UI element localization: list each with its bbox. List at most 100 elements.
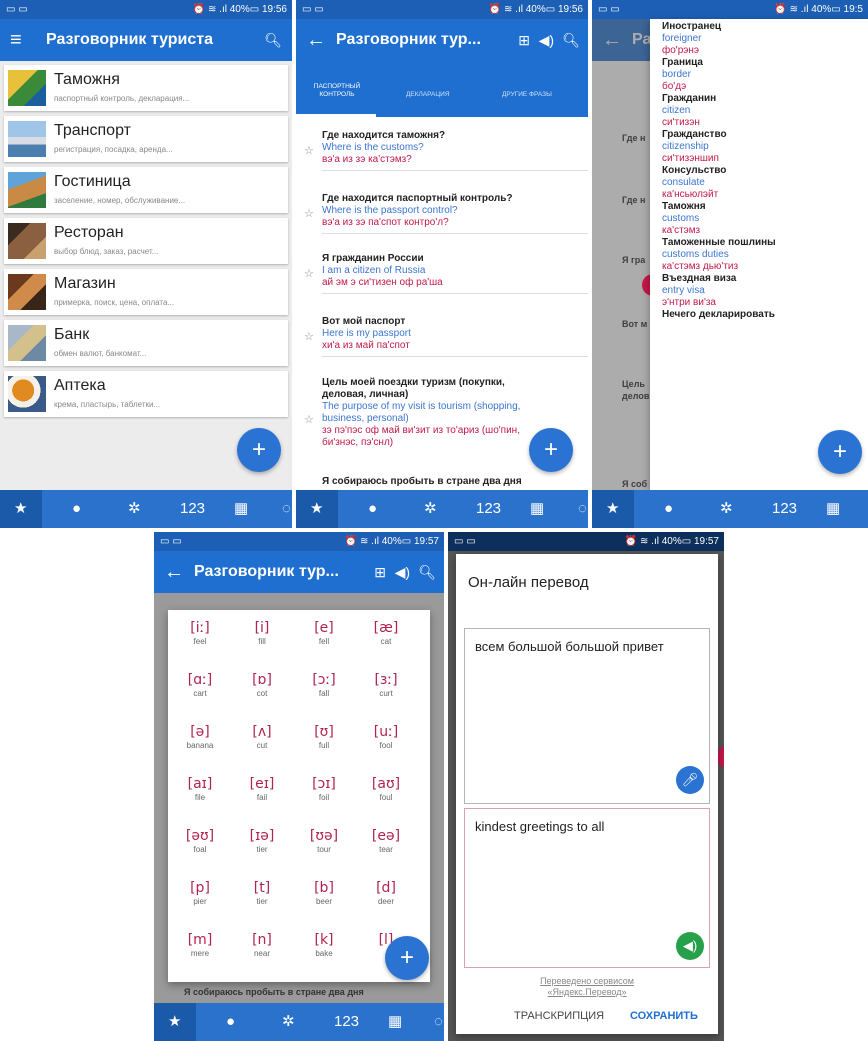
category-item-hotel[interactable]: Гостиница заселение, номер, обслуживание…	[4, 167, 288, 213]
nav-numbers-icon[interactable]: 123	[180, 490, 205, 528]
volume-icon[interactable]: ◀)	[395, 551, 410, 593]
category-item-customs[interactable]: Таможня паспортный контроль, декларация.…	[4, 65, 288, 111]
add-fab-button[interactable]: +	[818, 430, 862, 474]
result-text-field[interactable]: kindest greetings to all	[464, 808, 710, 968]
save-button[interactable]: СОХРАНИТЬ	[630, 1010, 698, 1022]
phoneme-cell[interactable]: [iː] feel	[180, 620, 220, 648]
nav-star-icon[interactable]: ★	[310, 490, 323, 528]
phrase-item[interactable]: ☆ Вот мой паспорт Here is my passport хи…	[296, 316, 588, 357]
add-fab-button[interactable]: +	[529, 428, 573, 472]
bottom-nav: ★ ● ✲ 123 ▦ ◌	[296, 490, 588, 528]
nav-chat-icon[interactable]: ●	[226, 1003, 235, 1041]
star-icon[interactable]: ☆	[304, 144, 314, 157]
nav-wheel-icon[interactable]: ✲	[128, 490, 141, 528]
phoneme-cell[interactable]: [ɔɪ] foil	[304, 776, 344, 804]
add-fab-button[interactable]: +	[237, 428, 281, 472]
nav-chat-icon[interactable]: ●	[368, 490, 377, 528]
phoneme-cell[interactable]: [ʊ] full	[304, 724, 344, 752]
phoneme-cell[interactable]: [k] bake	[304, 932, 344, 960]
nav-calendar-icon[interactable]: ▦	[826, 490, 840, 528]
nav-star-icon[interactable]: ★	[14, 490, 27, 528]
yandex-credit-link[interactable]: Переведено сервисом «Яндекс.Перевод»	[456, 976, 718, 998]
phoneme-example-word: fill	[258, 637, 266, 646]
phoneme-cell[interactable]: [aɪ] file	[180, 776, 220, 804]
phoneme-cell[interactable]: [b] beer	[304, 880, 344, 908]
phoneme-cell[interactable]: [n] near	[242, 932, 282, 960]
star-icon[interactable]: ☆	[304, 207, 314, 220]
phoneme-cell[interactable]: [d] deer	[366, 880, 406, 908]
nav-star-icon[interactable]: ★	[168, 1003, 181, 1041]
category-item-restaurant[interactable]: Ресторан выбор блюд, заказ, расчет...	[4, 218, 288, 264]
phoneme-cell[interactable]: [t] tier	[242, 880, 282, 908]
phoneme-cell[interactable]: [ɜː] curt	[366, 672, 406, 700]
tab-declaration[interactable]: ДЕКЛАРАЦИЯ	[406, 91, 450, 99]
search-icon[interactable]: 🔍︎	[418, 551, 436, 593]
nav-numbers-icon[interactable]: 123	[476, 490, 501, 528]
phoneme-cell[interactable]: [i] fill	[242, 620, 282, 648]
phoneme-cell[interactable]: [e] fell	[304, 620, 344, 648]
phoneme-cell[interactable]: [ɑː] cart	[180, 672, 220, 700]
bottom-nav: ★ ● ✲ 123 ▦ ◌	[0, 490, 292, 528]
nav-wheel-icon[interactable]: ✲	[424, 490, 437, 528]
phoneme-cell[interactable]: [ɒ] cot	[242, 672, 282, 700]
nav-chat-icon[interactable]: ●	[664, 490, 673, 528]
tab-other-phrases[interactable]: ДРУГИЕ ФРАЗЫ	[502, 91, 552, 99]
star-icon[interactable]: ☆	[304, 330, 314, 343]
nav-calendar-icon[interactable]: ▦	[530, 490, 544, 528]
speaker-button[interactable]: ◀)	[676, 932, 704, 960]
tab-passport-control[interactable]: ПАСПОРТНЫЙ КОНТРОЛЬ	[302, 83, 372, 99]
phoneme-symbol: [i]	[254, 620, 270, 636]
phoneme-cell[interactable]: [m] mere	[180, 932, 220, 960]
category-item-bank[interactable]: Банк обмен валют, банкомат...	[4, 320, 288, 366]
nav-chat-icon[interactable]: ●	[72, 490, 81, 528]
phoneme-cell[interactable]: [ɪə] tier	[242, 828, 282, 856]
translate-icon[interactable]: ⊞	[518, 19, 530, 61]
transcription-button[interactable]: ТРАНСКРИПЦИЯ	[514, 1010, 604, 1022]
nav-clock-icon[interactable]: ◌	[578, 490, 587, 528]
status-right-icons: ⏰ ≋ .ıl 40%▭	[192, 4, 262, 15]
phoneme-cell[interactable]: [aʊ] foul	[366, 776, 406, 804]
category-item-transport[interactable]: Транспорт регистрация, посадка, аренда..…	[4, 116, 288, 162]
phoneme-cell[interactable]: [eə] tear	[366, 828, 406, 856]
phoneme-cell[interactable]: [ɔː] fall	[304, 672, 344, 700]
status-bar: ▭ ▭ ⏰ ≋ .ıl 40%▭ 19:56	[0, 0, 292, 19]
nav-star-icon[interactable]: ★	[606, 490, 619, 528]
phoneme-cell[interactable]: [ʊə] tour	[304, 828, 344, 856]
back-arrow-icon[interactable]: ←	[306, 19, 326, 61]
nav-numbers-icon[interactable]: 123	[772, 490, 797, 528]
nav-clock-icon[interactable]: ◌	[282, 490, 291, 528]
nav-clock-icon[interactable]: ◌	[434, 1003, 443, 1041]
source-text-field[interactable]: всем большой большой привет	[464, 628, 710, 804]
phoneme-cell[interactable]: [əʊ] foal	[180, 828, 220, 856]
translate-icon[interactable]: ⊞	[374, 551, 386, 593]
phoneme-example-word: foal	[193, 845, 207, 854]
menu-icon[interactable]: ≡	[10, 19, 22, 61]
phrase-item[interactable]: Я собираюсь пробыть в стране два дня	[296, 476, 588, 488]
phrase-item[interactable]: ☆ Где находится таможня? Where is the cu…	[296, 130, 588, 171]
category-item-shop[interactable]: Магазин примерка, поиск, цена, оплата...	[4, 269, 288, 315]
phoneme-cell[interactable]: [eɪ] fail	[242, 776, 282, 804]
search-icon[interactable]: 🔍︎	[264, 19, 282, 61]
phoneme-cell[interactable]: [p] pier	[180, 880, 220, 908]
phoneme-cell[interactable]: [ʌ] cut	[242, 724, 282, 752]
phoneme-cell[interactable]: [æ] cat	[366, 620, 406, 648]
nav-wheel-icon[interactable]: ✲	[282, 1003, 295, 1041]
phoneme-cell[interactable]: [ə] banana	[180, 724, 220, 752]
star-icon[interactable]: ☆	[304, 267, 314, 280]
nav-calendar-icon[interactable]: ▦	[234, 490, 248, 528]
add-fab-button[interactable]: +	[385, 936, 429, 980]
phoneme-cell[interactable]: [uː] fool	[366, 724, 406, 752]
bank-thumbnail	[8, 325, 46, 361]
nav-calendar-icon[interactable]: ▦	[388, 1003, 402, 1041]
microphone-button[interactable]: 🎤︎	[676, 766, 704, 794]
status-time: 19:56	[261, 4, 287, 15]
category-item-pharmacy[interactable]: Аптека крема, пластырь, таблетки...	[4, 371, 288, 417]
star-icon[interactable]: ☆	[304, 413, 314, 426]
volume-icon[interactable]: ◀)	[539, 19, 554, 61]
search-icon[interactable]: 🔍︎	[562, 19, 580, 61]
nav-wheel-icon[interactable]: ✲	[720, 490, 733, 528]
back-arrow-icon[interactable]: ←	[164, 551, 184, 593]
nav-numbers-icon[interactable]: 123	[334, 1003, 359, 1041]
phrase-item[interactable]: ☆ Где находится паспортный контроль? Whe…	[296, 193, 588, 234]
phrase-item[interactable]: ☆ Я гражданин России I am a citizen of R…	[296, 253, 588, 294]
